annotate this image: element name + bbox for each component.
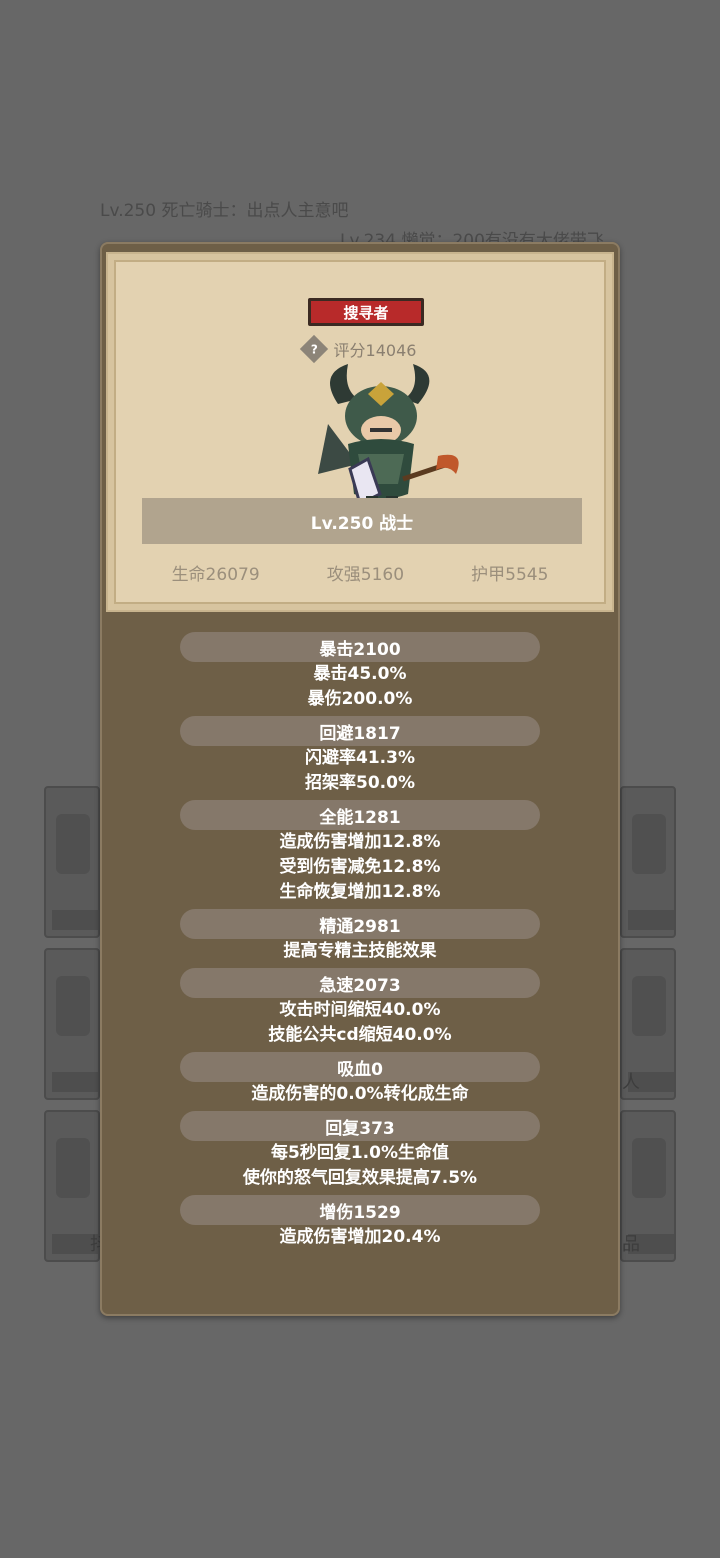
stat-line: 造成伤害的0.0%转化成生命: [251, 1084, 469, 1104]
stat-line: 闪避率41.3%: [305, 748, 415, 768]
background-slot-left-1: [44, 786, 100, 938]
stat-line: 技能公共cd缩短40.0%: [268, 1025, 452, 1045]
hp-stat: 生命26079: [171, 565, 260, 585]
stat-header-regen: 回复373: [180, 1111, 540, 1141]
background-slot-right-2-label: 人: [622, 1072, 640, 1093]
secondary-stats-list: 暴击2100 暴击45.0% 暴伤200.0% 回避1817 闪避率41.3% …: [100, 628, 620, 1250]
stat-line: 生命恢复增加12.8%: [279, 882, 441, 902]
stat-line: 招架率50.0%: [305, 773, 415, 793]
stat-header-crit: 暴击2100: [180, 632, 540, 662]
background-slot-left-2: [44, 948, 100, 1100]
stat-header-haste: 急速2073: [180, 968, 540, 998]
stat-line: 使你的怒气回复效果提高7.5%: [242, 1168, 478, 1188]
character-name: Lv.250 战士: [142, 498, 582, 544]
stat-header-dodge: 回避1817: [180, 716, 540, 746]
stat-header-damage-bonus: 增伤1529: [180, 1195, 540, 1225]
stat-line: 每5秒回复1.0%生命值: [271, 1143, 449, 1163]
stat-line: 提高专精主技能效果: [283, 941, 437, 961]
background-slot-right-3: 品: [620, 1110, 676, 1262]
score-text: 评分14046: [333, 341, 417, 360]
character-stats-panel: 搜寻者 ? 评分14046 Lv.250 战士 生命26079 攻强5160 护…: [100, 242, 620, 1316]
attack-stat: 攻强5160: [326, 565, 405, 585]
help-icon[interactable]: ?: [299, 334, 328, 364]
base-stats-row: 生命26079 攻强5160 护甲5545: [108, 560, 612, 585]
background-slot-right-2: 人: [620, 948, 676, 1100]
stat-line: 攻击时间缩短40.0%: [279, 1000, 441, 1020]
stat-header-versatility: 全能1281: [180, 800, 540, 830]
stat-line: 暴伤200.0%: [307, 689, 413, 709]
stat-header-mastery: 精通2981: [180, 909, 540, 939]
background-slot-right-1: [620, 786, 676, 938]
background-slot-right-3-label: 品: [622, 1234, 640, 1255]
stat-line: 受到伤害减免12.8%: [279, 857, 441, 877]
stat-line: 造成伤害增加12.8%: [279, 832, 441, 852]
stat-line: 造成伤害增加20.4%: [279, 1227, 441, 1247]
stat-line: 暴击45.0%: [313, 664, 407, 684]
chat-message-1: Lv.250 死亡骑士：出点人主意吧: [100, 201, 349, 221]
armor-stat: 护甲5545: [471, 565, 549, 585]
score-row: ? 评分14046: [108, 334, 612, 364]
warrior-portrait: [318, 364, 459, 510]
stat-header-lifesteal: 吸血0: [180, 1052, 540, 1082]
role-badge: 搜寻者: [308, 298, 424, 326]
background-slot-left-3: 抖: [44, 1110, 108, 1262]
character-card: 搜寻者 ? 评分14046 Lv.250 战士 生命26079 攻强5160 护…: [106, 252, 614, 612]
